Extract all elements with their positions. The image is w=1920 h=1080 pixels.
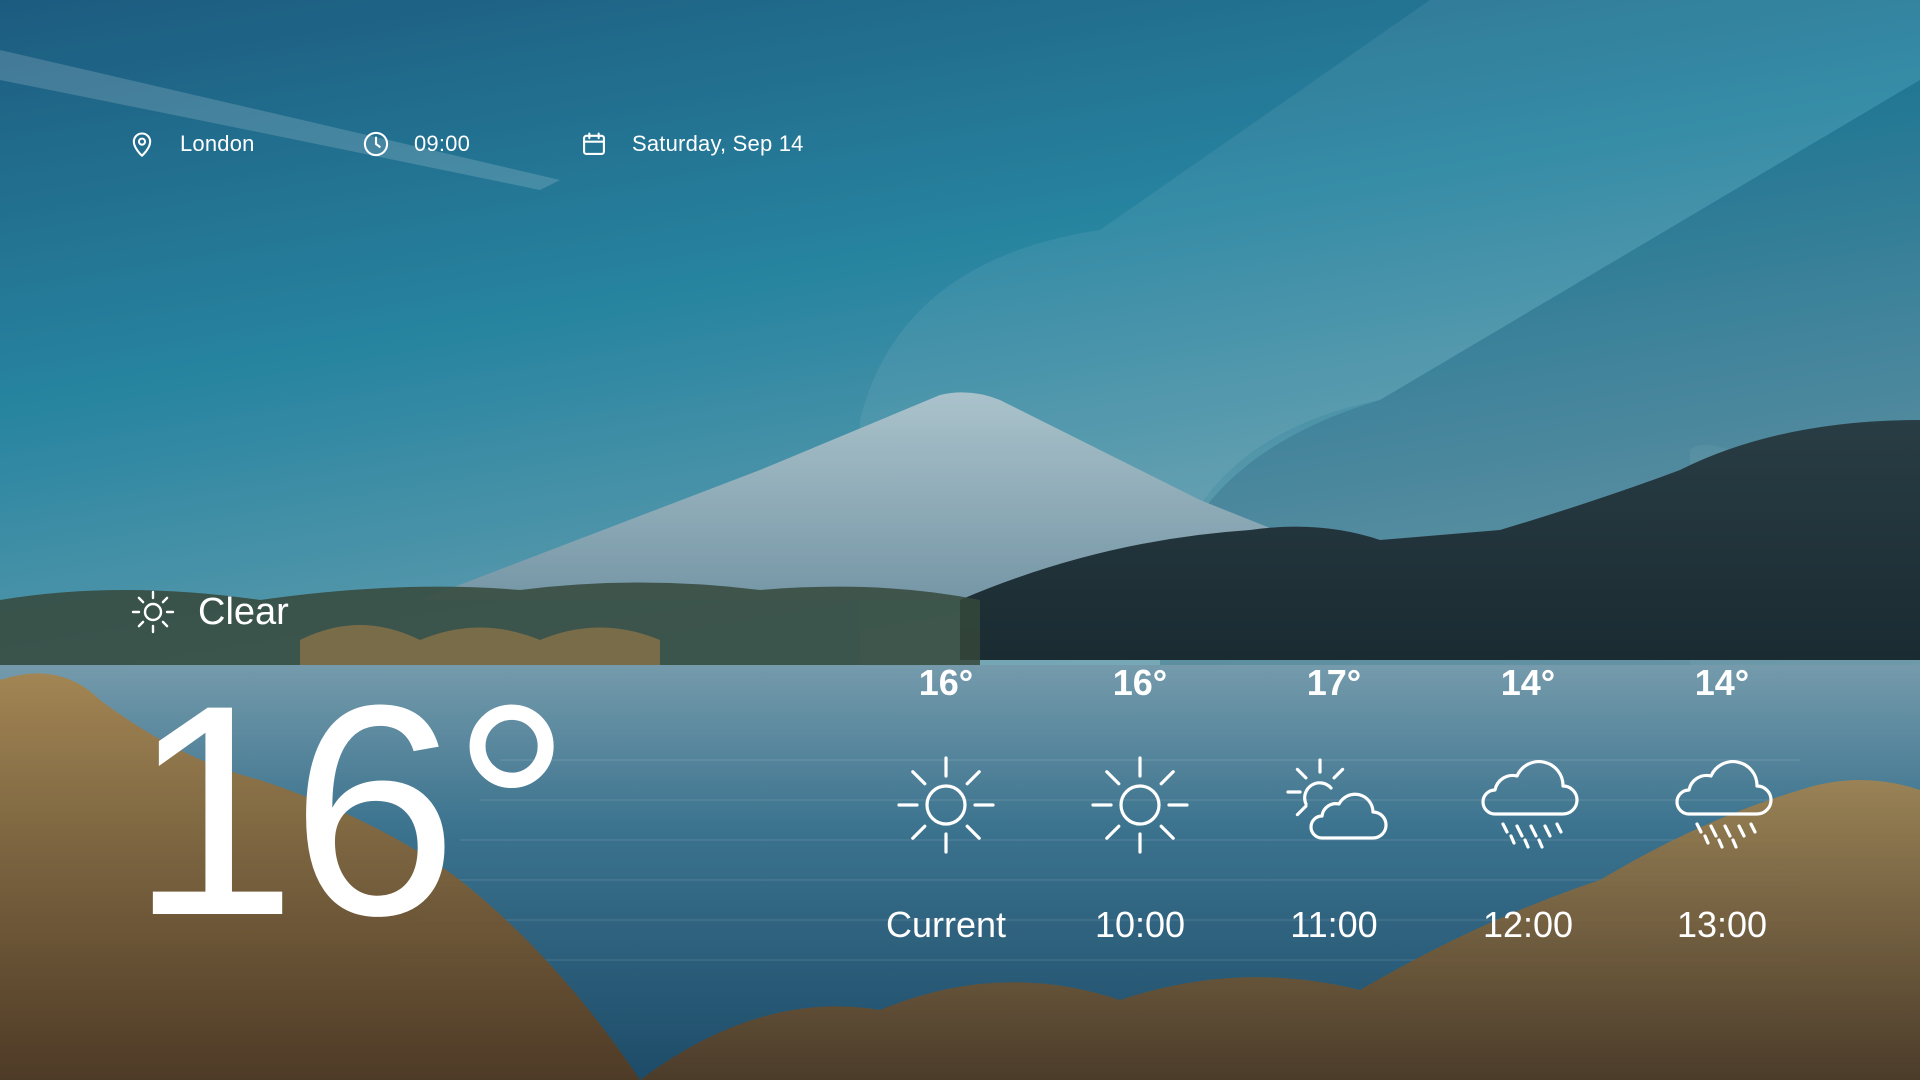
current-temperature: 16° xyxy=(130,642,572,978)
rain-cloud-icon xyxy=(1675,759,1773,849)
clock-icon xyxy=(363,131,389,157)
location-label: London xyxy=(180,131,255,156)
forecast-time: 13:00 xyxy=(1676,904,1768,945)
date-label: Saturday, Sep 14 xyxy=(632,131,804,156)
forecast-temp: 14° xyxy=(1694,662,1750,703)
forecast-temp: 14° xyxy=(1500,662,1556,703)
forecast-item-1100[interactable]: 17° 11:00 xyxy=(1264,656,1404,956)
forecast-temp: 16° xyxy=(1112,662,1168,703)
location-indicator[interactable]: London xyxy=(128,124,255,164)
forecast-temp: 16° xyxy=(918,662,974,703)
forecast-item-1200[interactable]: 14° 12:00 xyxy=(1458,656,1598,956)
forecast-temp: 17° xyxy=(1306,662,1362,703)
partly-cloudy-icon xyxy=(1286,758,1388,840)
forecast-time: 11:00 xyxy=(1290,904,1378,945)
date-indicator: Saturday, Sep 14 xyxy=(580,124,804,164)
calendar-icon xyxy=(583,132,605,155)
forecast-time: Current xyxy=(885,904,1007,945)
current-condition: Clear xyxy=(128,582,289,642)
forecast-item-1000[interactable]: 16° 10:00 xyxy=(1070,656,1210,956)
hourly-forecast: 16° Current 16° 10:00 17° 11:00 14° 12:0… xyxy=(880,656,1880,956)
time-indicator: 09:00 xyxy=(362,124,470,164)
sun-icon xyxy=(897,756,995,854)
forecast-item-current[interactable]: 16° Current xyxy=(876,656,1016,956)
sun-icon xyxy=(1091,756,1189,854)
location-pin-icon xyxy=(132,132,152,157)
condition-label: Clear xyxy=(198,590,289,633)
rain-cloud-icon xyxy=(1481,759,1579,849)
sun-icon xyxy=(131,590,175,634)
forecast-time: 10:00 xyxy=(1094,904,1186,945)
time-label: 09:00 xyxy=(414,131,471,156)
top-info-bar: London 09:00 Saturday, Sep 14 xyxy=(128,124,1128,164)
forecast-time: 12:00 xyxy=(1482,904,1574,945)
forecast-item-1300[interactable]: 14° 13:00 xyxy=(1652,656,1792,956)
